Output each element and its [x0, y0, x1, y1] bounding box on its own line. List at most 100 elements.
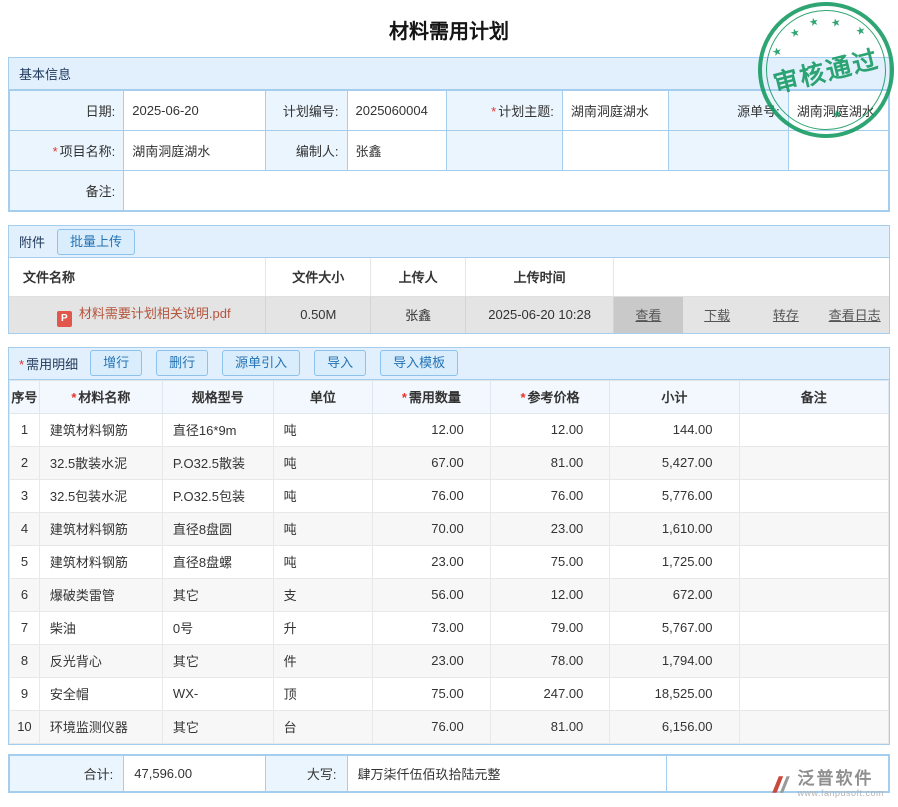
- detail-toolbar-button-4[interactable]: 导入: [314, 350, 366, 376]
- required-mark: *: [53, 144, 58, 159]
- detail-cell-price: 76.00: [490, 479, 610, 512]
- attachment-action-4[interactable]: 查看日志: [820, 297, 889, 333]
- required-mark: *: [71, 390, 76, 405]
- basic-info-section-title: 基本信息: [19, 64, 71, 83]
- detail-column-header: 序号: [10, 380, 40, 413]
- detail-cell-price: 79.00: [490, 611, 610, 644]
- basic-info-section-bar: 基本信息: [9, 58, 889, 90]
- detail-cell-name: 32.5包装水泥: [39, 479, 162, 512]
- detail-cell-spec: 0号: [162, 611, 273, 644]
- batch-upload-button[interactable]: 批量上传: [57, 229, 135, 255]
- attachment-action-3[interactable]: 转存: [752, 297, 821, 333]
- detail-cell-subtotal: 6,156.00: [610, 710, 739, 743]
- detail-cell-remark: [739, 578, 889, 611]
- page-title: 材料需用计划: [8, 0, 890, 57]
- detail-cell-spec: P.O32.5散装: [162, 446, 273, 479]
- detail-cell-subtotal: 5,776.00: [610, 479, 739, 512]
- detail-cell-remark: [739, 611, 889, 644]
- detail-cell-remark: [739, 710, 889, 743]
- subject-value: 湖南洞庭湖水: [562, 91, 668, 131]
- empty-value-cell: [562, 131, 668, 171]
- detail-cell-no: 9: [10, 677, 40, 710]
- detail-cell-remark: [739, 512, 889, 545]
- detail-cell-no: 3: [10, 479, 40, 512]
- detail-cell-remark: [739, 644, 889, 677]
- detail-row[interactable]: 232.5散装水泥P.O32.5散装吨67.0081.005,427.00: [10, 446, 889, 479]
- attachment-action-1[interactable]: 查看: [614, 297, 683, 333]
- attachment-action-2[interactable]: 下载: [683, 297, 752, 333]
- detail-cell-subtotal: 144.00: [610, 413, 739, 446]
- detail-cell-qty: 76.00: [372, 479, 490, 512]
- detail-column-header: *参考价格: [490, 380, 610, 413]
- summary-section: 合计: 47,596.00 大写: 肆万柒仟伍佰玖拾陆元整: [8, 754, 890, 793]
- detail-cell-name: 安全帽: [39, 677, 162, 710]
- required-mark: *: [520, 390, 525, 405]
- empty-label-cell: [669, 131, 789, 171]
- author-label: 编制人:: [265, 131, 347, 171]
- detail-cell-price: 81.00: [490, 710, 610, 743]
- detail-cell-price: 81.00: [490, 446, 610, 479]
- details-section-title: *需用明细: [19, 354, 78, 373]
- detail-row[interactable]: 9安全帽WX-顶75.00247.0018,525.00: [10, 677, 889, 710]
- detail-cell-spec: 其它: [162, 644, 273, 677]
- detail-row[interactable]: 8反光背心其它件23.0078.001,794.00: [10, 644, 889, 677]
- detail-row[interactable]: 1建筑材料钢筋直径16*9m吨12.0012.00144.00: [10, 413, 889, 446]
- file-size: 0.50M: [266, 296, 371, 333]
- detail-cell-remark: [739, 446, 889, 479]
- detail-cell-subtotal: 18,525.00: [610, 677, 739, 710]
- detail-row[interactable]: 332.5包装水泥P.O32.5包装吨76.0076.005,776.00: [10, 479, 889, 512]
- detail-toolbar-button-3[interactable]: 源单引入: [222, 350, 300, 376]
- basic-info-row-2: *项目名称: 湖南洞庭湖水 编制人: 张鑫: [10, 131, 889, 171]
- required-mark: *: [19, 357, 24, 372]
- detail-cell-name: 柴油: [39, 611, 162, 644]
- detail-row[interactable]: 10环境监测仪器其它台76.0081.006,156.00: [10, 710, 889, 743]
- remark-value: [124, 171, 889, 211]
- detail-toolbar-button-2[interactable]: 删行: [156, 350, 208, 376]
- page: 材料需用计划 ★ ★ ★ ★ ★ ★ 审核通过 基本信息 日期: 2025-: [0, 0, 898, 807]
- remark-label: 备注:: [10, 171, 124, 211]
- total-label: 合计:: [10, 755, 124, 791]
- amount-in-words-label: 大写:: [265, 755, 347, 791]
- empty-value-cell: [788, 131, 888, 171]
- attachments-col-time: 上传时间: [466, 258, 614, 296]
- detail-cell-spec: 直径16*9m: [162, 413, 273, 446]
- detail-cell-subtotal: 5,427.00: [610, 446, 739, 479]
- detail-cell-remark: [739, 413, 889, 446]
- attachment-actions: 查看下载转存查看日志: [614, 297, 889, 333]
- detail-cell-qty: 56.00: [372, 578, 490, 611]
- detail-cell-qty: 73.00: [372, 611, 490, 644]
- attachment-row[interactable]: P材料需要计划相关说明.pdf 0.50M 张鑫 2025-06-20 10:2…: [9, 296, 889, 333]
- detail-cell-qty: 23.00: [372, 644, 490, 677]
- detail-row[interactable]: 5建筑材料钢筋直径8盘螺吨23.0075.001,725.00: [10, 545, 889, 578]
- detail-cell-no: 10: [10, 710, 40, 743]
- detail-row[interactable]: 4建筑材料钢筋直径8盘圆吨70.0023.001,610.00: [10, 512, 889, 545]
- plan-no-label: 计划编号:: [265, 91, 347, 131]
- detail-toolbar-buttons: 增行删行源单引入导入导入模板: [90, 350, 458, 376]
- detail-cell-qty: 75.00: [372, 677, 490, 710]
- plan-no-value: 2025060004: [347, 91, 446, 131]
- detail-column-header: 小计: [610, 380, 739, 413]
- detail-cell-remark: [739, 479, 889, 512]
- detail-row[interactable]: 7柴油0号升73.0079.005,767.00: [10, 611, 889, 644]
- summary-table: 合计: 47,596.00 大写: 肆万柒仟伍佰玖拾陆元整: [9, 755, 889, 792]
- attachments-section: 附件 批量上传 文件名称 文件大小 上传人 上传时间 P材料需要计划相关说明.: [8, 225, 890, 334]
- attachments-col-size: 文件大小: [266, 258, 371, 296]
- detail-cell-price: 12.00: [490, 578, 610, 611]
- project-value: 湖南洞庭湖水: [124, 131, 266, 171]
- attachments-col-actions: [614, 258, 889, 296]
- author-value: 张鑫: [347, 131, 446, 171]
- total-value: 47,596.00: [124, 755, 266, 791]
- detail-column-header: *需用数量: [372, 380, 490, 413]
- basic-info-form: 日期: 2025-06-20 计划编号: 2025060004 *计划主题: 湖…: [9, 90, 889, 211]
- detail-row[interactable]: 6爆破类雷管其它支56.0012.00672.00: [10, 578, 889, 611]
- detail-cell-unit: 吨: [273, 545, 372, 578]
- detail-cell-no: 2: [10, 446, 40, 479]
- pdf-file-icon: P: [57, 311, 72, 327]
- brand-text: 泛普软件 www.fanpusoft.com: [797, 770, 884, 799]
- detail-column-header: 备注: [739, 380, 889, 413]
- file-name-link[interactable]: 材料需要计划相关说明.pdf: [79, 306, 231, 321]
- detail-toolbar-button-1[interactable]: 增行: [90, 350, 142, 376]
- detail-cell-price: 78.00: [490, 644, 610, 677]
- detail-toolbar-button-5[interactable]: 导入模板: [380, 350, 458, 376]
- detail-cell-unit: 吨: [273, 479, 372, 512]
